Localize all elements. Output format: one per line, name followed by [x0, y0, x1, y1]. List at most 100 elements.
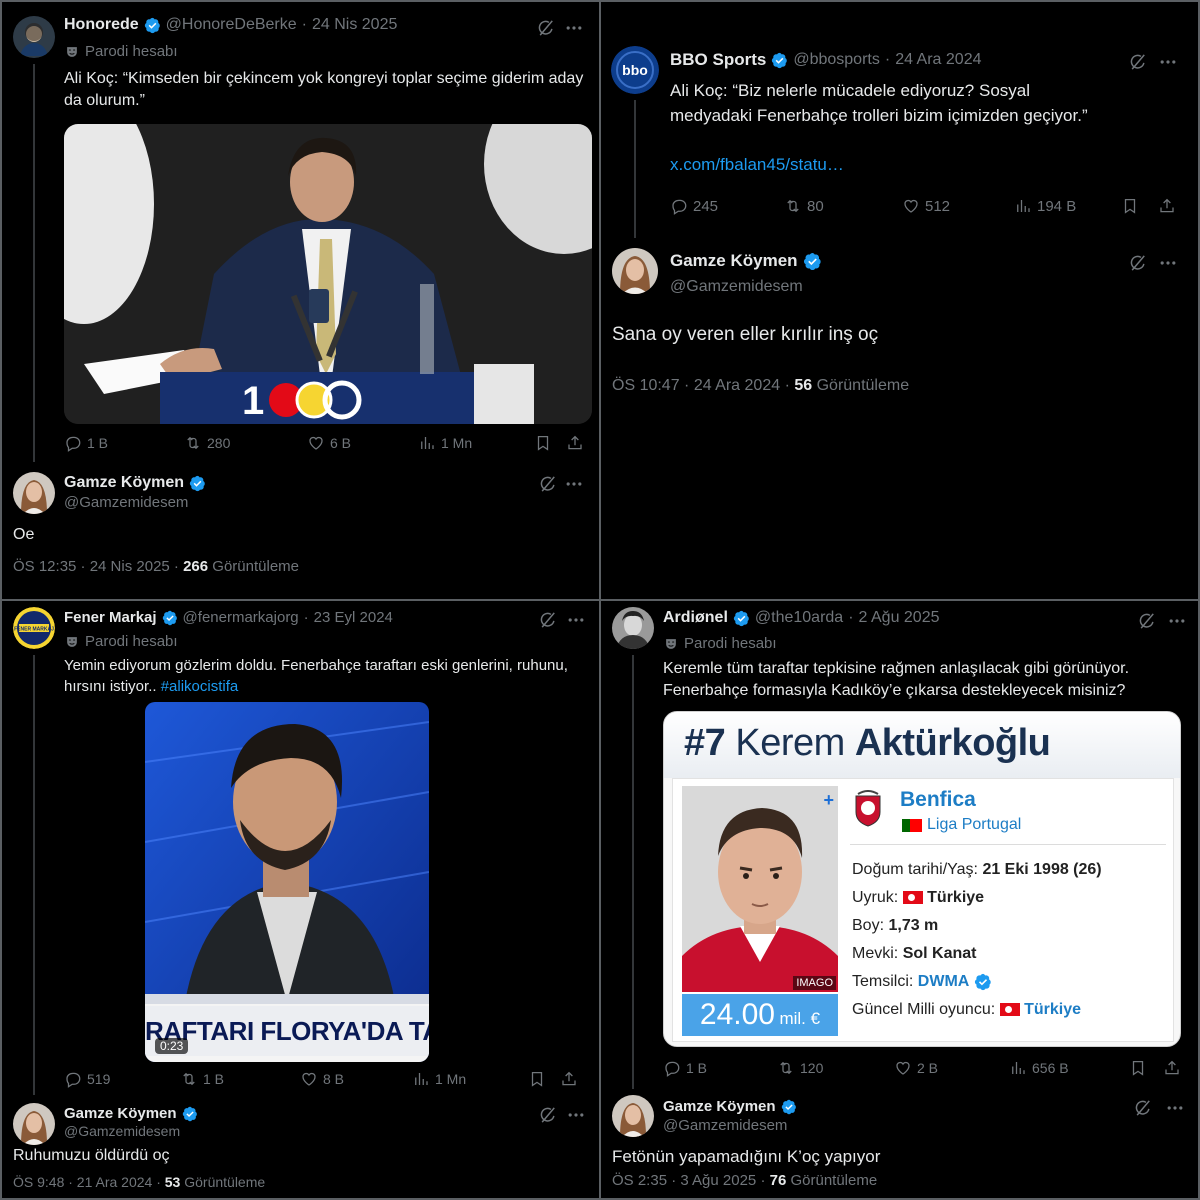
grok-icon[interactable]: [1128, 253, 1148, 278]
club-name[interactable]: Benfica: [900, 788, 976, 812]
repost-count: 1 B: [203, 1071, 225, 1087]
share-icon[interactable]: [1163, 1059, 1181, 1077]
reply-author-handle[interactable]: @Gamzemidesem: [64, 494, 188, 511]
author-name[interactable]: Honorede: [64, 16, 139, 34]
info-value: Türkiye: [927, 889, 985, 906]
like-action[interactable]: 6 B: [307, 434, 351, 452]
author-handle[interactable]: @the10arda: [755, 609, 843, 627]
tweet-photo[interactable]: 1: [64, 124, 592, 424]
more-options-icon[interactable]: [566, 610, 586, 635]
author-avatar[interactable]: bbo: [611, 46, 659, 94]
separator-dot: ·: [303, 609, 309, 626]
like-action[interactable]: 512: [902, 197, 950, 215]
info-value: 21 Eki 1998 (26): [982, 861, 1102, 878]
views-action[interactable]: 194 B: [1014, 197, 1076, 215]
grok-icon[interactable]: [1137, 611, 1157, 636]
share-icon[interactable]: [1158, 197, 1176, 215]
reply-timestamp[interactable]: ÖS 2:35 · 3 Ağu 2025 ·: [612, 1172, 770, 1189]
tweet-panel-1: Honorede @HonoreDeBerke · 24 Nis 2025 Pa…: [0, 0, 598, 598]
reply-action[interactable]: 1 B: [663, 1059, 707, 1077]
agent-link[interactable]: DWMA: [918, 973, 970, 990]
reply-avatar[interactable]: [13, 472, 55, 514]
author-avatar[interactable]: FENER MARKAJ: [13, 607, 55, 649]
parody-label: Parodi hesabı: [85, 43, 178, 60]
post-date[interactable]: 24 Ara 2024: [895, 51, 981, 69]
player-first-name: Kerem: [735, 722, 845, 764]
bookmark-icon[interactable]: [1121, 197, 1139, 215]
repost-action[interactable]: 80: [784, 197, 824, 215]
reply-timestamp[interactable]: ÖS 12:35 · 24 Nis 2025 ·: [13, 558, 183, 575]
reply-author-name[interactable]: Gamze Köymen: [670, 251, 798, 271]
reply-action[interactable]: 1 B: [64, 434, 108, 452]
author-handle[interactable]: @bbosports: [793, 51, 880, 69]
reply-author-name[interactable]: Gamze Köymen: [64, 1105, 177, 1122]
bookmark-icon[interactable]: [1129, 1059, 1147, 1077]
author-avatar[interactable]: [612, 607, 654, 649]
reply-action[interactable]: 519: [64, 1070, 110, 1088]
reply-action[interactable]: 245: [670, 197, 718, 215]
grok-icon[interactable]: [536, 18, 556, 43]
grok-icon[interactable]: [538, 474, 558, 499]
hashtag-link[interactable]: #alikocistifa: [161, 678, 239, 695]
reply-avatar[interactable]: [612, 248, 658, 294]
post-date[interactable]: 23 Eyl 2024: [314, 609, 393, 626]
separator-dot: ·: [848, 609, 854, 626]
bookmark-icon[interactable]: [528, 1070, 546, 1088]
author-name[interactable]: Ardiønel: [663, 609, 728, 627]
views-count: 1 Mn: [435, 1071, 467, 1087]
more-options-icon[interactable]: [1158, 52, 1178, 77]
bookmark-icon[interactable]: [534, 434, 552, 452]
author-handle[interactable]: @fenermarkajorg: [183, 609, 299, 626]
more-options-icon[interactable]: [564, 18, 584, 43]
author-name[interactable]: BBO Sports: [670, 50, 766, 70]
reply-author-name[interactable]: Gamze Köymen: [64, 474, 184, 492]
author-handle[interactable]: @HonoreDeBerke: [166, 16, 297, 34]
player-profile-card[interactable]: #7 Kerem Aktürkoğlu IMAGO + 24.00 mil. €: [663, 711, 1181, 1047]
reply-author-handle[interactable]: @Gamzemidesem: [663, 1117, 787, 1134]
info-value[interactable]: Türkiye: [1024, 1001, 1081, 1018]
views-action[interactable]: 656 B: [1009, 1059, 1069, 1077]
views-action[interactable]: 1 Mn: [418, 434, 472, 452]
reply-avatar[interactable]: [612, 1095, 654, 1137]
repost-action[interactable]: 1 B: [180, 1070, 224, 1088]
more-options-icon[interactable]: [1167, 611, 1187, 636]
tweet-video[interactable]: RAFTARI FLORYA'DA TAKI 0:23: [145, 702, 429, 1062]
reply-avatar[interactable]: [13, 1103, 55, 1145]
reply-author-handle[interactable]: @Gamzemidesem: [64, 1123, 180, 1139]
repost-action[interactable]: 280: [184, 434, 230, 452]
like-count: 2 B: [917, 1060, 939, 1076]
author-avatar[interactable]: [13, 16, 55, 58]
like-action[interactable]: 8 B: [300, 1070, 344, 1088]
reply-author-handle[interactable]: @Gamzemidesem: [670, 278, 803, 296]
views-label: Görüntüleme: [790, 1172, 878, 1189]
more-options-icon[interactable]: [564, 474, 584, 499]
views-action[interactable]: 1 Mn: [412, 1070, 466, 1088]
share-icon[interactable]: [560, 1070, 578, 1088]
post-date[interactable]: 2 Ağu 2025: [859, 609, 940, 627]
post-date[interactable]: 24 Nis 2025: [312, 16, 397, 34]
more-options-icon[interactable]: [566, 1105, 586, 1130]
more-options-icon[interactable]: [1165, 1098, 1185, 1123]
tweet-text: Yemin ediyorum gözlerim doldu. Fenerbahç…: [64, 655, 594, 697]
grok-icon[interactable]: [538, 610, 558, 635]
author-name[interactable]: Fener Markaj: [64, 609, 157, 626]
reply-meta: ÖS 12:35 · 24 Nis 2025 · 266 Görüntüleme: [13, 558, 299, 575]
share-icon[interactable]: [566, 434, 584, 452]
reply-count: 1 B: [87, 435, 109, 451]
add-plus-icon[interactable]: +: [823, 790, 834, 811]
reply-text: Sana oy veren eller kırılır inş oç: [612, 324, 879, 345]
player-info-rows: Doğum tarihi/Yaş: 21 Eki 1998 (26) Uyruk…: [852, 856, 1102, 1024]
grok-icon[interactable]: [1128, 52, 1148, 77]
tweet-link[interactable]: x.com/fbalan45/statu…: [670, 154, 844, 176]
more-options-icon[interactable]: [1158, 253, 1178, 278]
grok-icon[interactable]: [1133, 1098, 1153, 1123]
league-name[interactable]: Liga Portugal: [927, 816, 1021, 834]
like-action[interactable]: 2 B: [894, 1059, 938, 1077]
grok-icon[interactable]: [538, 1105, 558, 1130]
reply-timestamp[interactable]: ÖS 9:48 · 21 Ara 2024 ·: [13, 1174, 165, 1190]
reply-author-name[interactable]: Gamze Köymen: [663, 1098, 776, 1115]
repost-action[interactable]: 120: [777, 1059, 823, 1077]
tweet-text: Keremle tüm taraftar tepkisine rağmen an…: [663, 660, 1130, 699]
reply-timestamp[interactable]: ÖS 10:47 · 24 Ara 2024 ·: [612, 377, 794, 394]
tweet-body: Yemin ediyorum gözlerim doldu. Fenerbahç…: [64, 657, 568, 695]
